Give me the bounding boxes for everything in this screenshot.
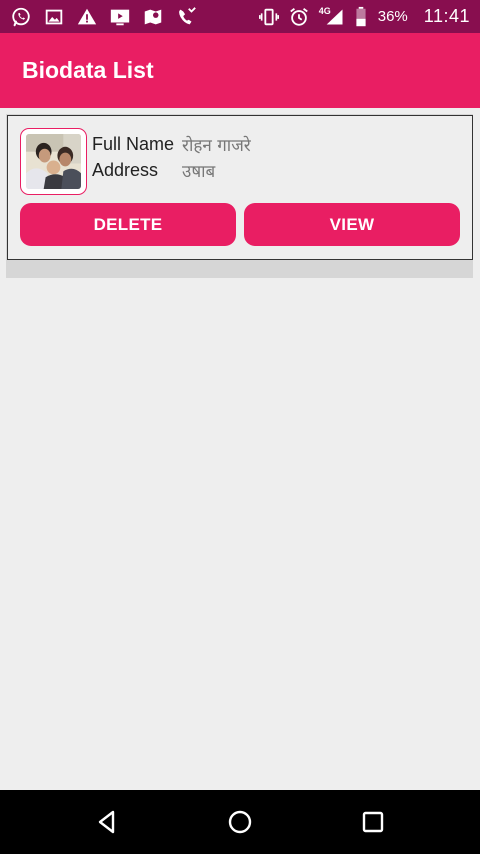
battery-icon: [354, 6, 368, 28]
system-icons: 4G 36% 11:41: [258, 6, 470, 28]
video-icon: [109, 6, 131, 28]
avatar[interactable]: [20, 128, 87, 195]
battery-percentage: 36%: [377, 8, 408, 25]
alarm-icon: [288, 6, 310, 28]
whatsapp-icon: [10, 6, 32, 28]
app-bar: Biodata List: [0, 33, 480, 108]
navigation-bar: [0, 790, 480, 854]
recents-icon[interactable]: [358, 807, 388, 837]
view-button[interactable]: VIEW: [244, 203, 460, 246]
vibrate-icon: [258, 6, 280, 28]
address-label: Address: [92, 159, 159, 180]
name-label: Full Name: [92, 133, 175, 154]
status-clock: 11:41: [423, 6, 470, 26]
name-value: रोहन गाजरे: [182, 135, 251, 156]
biodata-fields: Full Name रोहन गाजरे Address उषाब: [92, 131, 251, 183]
name-row: Full Name रोहन गाजरे: [92, 131, 251, 157]
home-icon[interactable]: [225, 807, 255, 837]
signal-icon: 4G: [318, 6, 346, 28]
biodata-list[interactable]: Full Name रोहन गाजरे Address उषाब DELETE…: [0, 108, 480, 790]
status-bar: 4G 36% 11:41: [0, 0, 480, 33]
missed-call-icon: [175, 6, 197, 28]
warning-icon: [76, 6, 98, 28]
address-row: Address उषाब: [92, 157, 251, 183]
notification-icons: [10, 6, 197, 28]
app-title: Biodata List: [22, 57, 154, 83]
maps-icon: [142, 6, 164, 28]
profile-photo: [26, 134, 81, 189]
image-icon: [43, 6, 65, 28]
back-icon[interactable]: [92, 807, 122, 837]
address-value: उषाब: [182, 161, 216, 182]
delete-button[interactable]: DELETE: [20, 203, 236, 246]
network-type-label: 4G: [318, 5, 331, 16]
biodata-card[interactable]: Full Name रोहन गाजरे Address उषाब DELETE…: [7, 115, 473, 260]
